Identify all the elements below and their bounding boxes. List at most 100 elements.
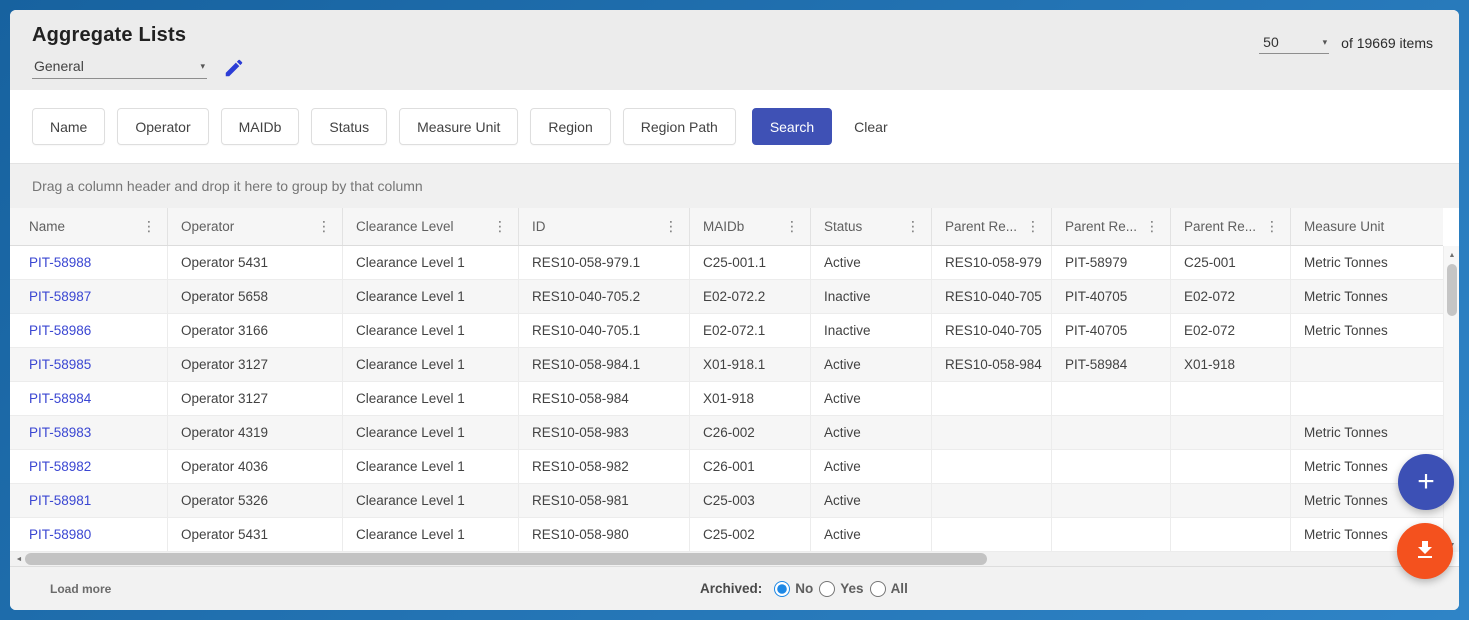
filter-button-operator[interactable]: Operator <box>117 108 208 145</box>
cell-operator: Operator 5658 <box>168 280 343 313</box>
cell-operator: Operator 4036 <box>168 450 343 483</box>
column-menu-icon[interactable]: ⋮ <box>778 218 806 235</box>
column-menu-icon[interactable]: ⋮ <box>310 218 338 235</box>
cell-status: Inactive <box>811 280 932 313</box>
cell-parent-re-2 <box>1052 416 1171 449</box>
vertical-scrollbar[interactable]: ▲ ▼ <box>1443 246 1459 552</box>
row-link[interactable]: PIT-58986 <box>29 323 91 338</box>
filter-button-region[interactable]: Region <box>530 108 610 145</box>
cell-operator: Operator 5431 <box>168 246 343 279</box>
cell-maidb: X01-918 <box>690 382 811 415</box>
cell-parent-re-2: PIT-58984 <box>1052 348 1171 381</box>
archived-radio-all[interactable] <box>870 581 886 597</box>
column-menu-icon[interactable]: ⋮ <box>657 218 685 235</box>
filter-button-region-path[interactable]: Region Path <box>623 108 736 145</box>
chevron-down-icon: ▾ <box>1323 38 1328 47</box>
download-icon <box>1413 538 1437 565</box>
column-header-clearance-level[interactable]: Clearance Level ⋮ <box>343 208 519 245</box>
row-link[interactable]: PIT-58981 <box>29 493 91 508</box>
archived-radio-no[interactable] <box>774 581 790 597</box>
cell-clearance-level: Clearance Level 1 <box>343 314 519 347</box>
filter-button-measure-unit[interactable]: Measure Unit <box>399 108 518 145</box>
cell-parent-re-3 <box>1171 518 1291 551</box>
scroll-up-icon[interactable]: ▲ <box>1444 248 1459 262</box>
cell-clearance-level: Clearance Level 1 <box>343 416 519 449</box>
column-header-label: Clearance Level <box>356 219 454 234</box>
cell-status: Active <box>811 518 932 551</box>
filter-button-maidb[interactable]: MAIDb <box>221 108 300 145</box>
archived-options: No Yes All <box>774 581 914 597</box>
cell-clearance-level: Clearance Level 1 <box>343 382 519 415</box>
cell-id: RES10-040-705.1 <box>519 314 690 347</box>
scroll-left-icon[interactable]: ◄ <box>12 552 26 566</box>
group-drop-area[interactable]: Drag a column header and drop it here to… <box>10 163 1459 208</box>
cell-operator: Operator 3166 <box>168 314 343 347</box>
column-header-operator[interactable]: Operator⋮ <box>168 208 343 245</box>
column-header-measure-unit[interactable]: Measure Unit <box>1291 208 1443 245</box>
cell-maidb: C26-001 <box>690 450 811 483</box>
cell-parent-re-3 <box>1171 382 1291 415</box>
cell-name: PIT-58985 <box>10 348 168 381</box>
group-drop-hint: Drag a column header and drop it here to… <box>32 178 423 194</box>
column-menu-icon[interactable]: ⋮ <box>899 218 927 235</box>
row-link[interactable]: PIT-58988 <box>29 255 91 270</box>
column-header-name[interactable]: Name⋮ <box>10 208 168 245</box>
column-menu-icon[interactable]: ⋮ <box>1138 218 1166 235</box>
cell-name: PIT-58980 <box>10 518 168 551</box>
cell-operator: Operator 5326 <box>168 484 343 517</box>
row-link[interactable]: PIT-58985 <box>29 357 91 372</box>
column-header-parent-re-1[interactable]: Parent Re...⋮ <box>932 208 1052 245</box>
cell-maidb: C25-001.1 <box>690 246 811 279</box>
cell-operator: Operator 4319 <box>168 416 343 449</box>
page-size-select[interactable]: 50 ▾ <box>1259 34 1329 54</box>
filter-button-status[interactable]: Status <box>311 108 387 145</box>
column-header-parent-re-3[interactable]: Parent Re...⋮ <box>1171 208 1291 245</box>
download-button[interactable] <box>1397 523 1453 579</box>
list-select[interactable]: General ▾ <box>32 56 207 79</box>
horizontal-scrollbar[interactable]: ◄ <box>10 552 1443 566</box>
archived-option-no[interactable]: No <box>774 581 813 597</box>
cell-maidb: E02-072.1 <box>690 314 811 347</box>
column-menu-icon[interactable]: ⋮ <box>1019 218 1047 235</box>
archived-option-all[interactable]: All <box>870 581 908 597</box>
cell-clearance-level: Clearance Level 1 <box>343 518 519 551</box>
table-row: PIT-58981Operator 5326Clearance Level 1R… <box>10 484 1443 518</box>
edit-icon[interactable] <box>223 57 245 79</box>
page-header: Aggregate Lists General ▾ 50 ▾ of 19669 … <box>10 10 1459 90</box>
cell-status: Active <box>811 382 932 415</box>
horizontal-scrollbar-thumb[interactable] <box>25 553 987 565</box>
cell-name: PIT-58982 <box>10 450 168 483</box>
row-link[interactable]: PIT-58980 <box>29 527 91 542</box>
grid-footer: Load more Archived: NoYesAll <box>10 566 1459 610</box>
filter-button-name[interactable]: Name <box>32 108 105 145</box>
column-menu-icon[interactable]: ⋮ <box>135 218 163 235</box>
search-button[interactable]: Search <box>752 108 832 145</box>
clear-button[interactable]: Clear <box>844 108 897 145</box>
cell-name: PIT-58986 <box>10 314 168 347</box>
archived-option-yes[interactable]: Yes <box>819 581 863 597</box>
cell-parent-re-3: E02-072 <box>1171 280 1291 313</box>
column-header-id[interactable]: ID⋮ <box>519 208 690 245</box>
list-select-value: General <box>34 58 84 74</box>
row-link[interactable]: PIT-58982 <box>29 459 91 474</box>
row-link[interactable]: PIT-58987 <box>29 289 91 304</box>
column-header-status[interactable]: Status⋮ <box>811 208 932 245</box>
row-link[interactable]: PIT-58983 <box>29 425 91 440</box>
load-more-button[interactable]: Load more <box>50 582 111 596</box>
archived-option-label: No <box>795 581 813 596</box>
vertical-scrollbar-thumb[interactable] <box>1447 264 1457 316</box>
row-link[interactable]: PIT-58984 <box>29 391 91 406</box>
table-row: PIT-58983Operator 4319Clearance Level 1R… <box>10 416 1443 450</box>
cell-measure-unit: Metric Tonnes <box>1291 280 1443 313</box>
column-header-label: Measure Unit <box>1304 219 1384 234</box>
plus-icon: + <box>1417 467 1435 497</box>
column-header-maidb[interactable]: MAIDb⋮ <box>690 208 811 245</box>
column-menu-icon[interactable]: ⋮ <box>1258 218 1286 235</box>
column-header-parent-re-2[interactable]: Parent Re...⋮ <box>1052 208 1171 245</box>
cell-parent-re-3 <box>1171 416 1291 449</box>
cell-operator: Operator 3127 <box>168 382 343 415</box>
archived-radio-yes[interactable] <box>819 581 835 597</box>
cell-id: RES10-058-984 <box>519 382 690 415</box>
column-menu-icon[interactable]: ⋮ <box>486 218 514 235</box>
add-button[interactable]: + <box>1398 454 1454 510</box>
